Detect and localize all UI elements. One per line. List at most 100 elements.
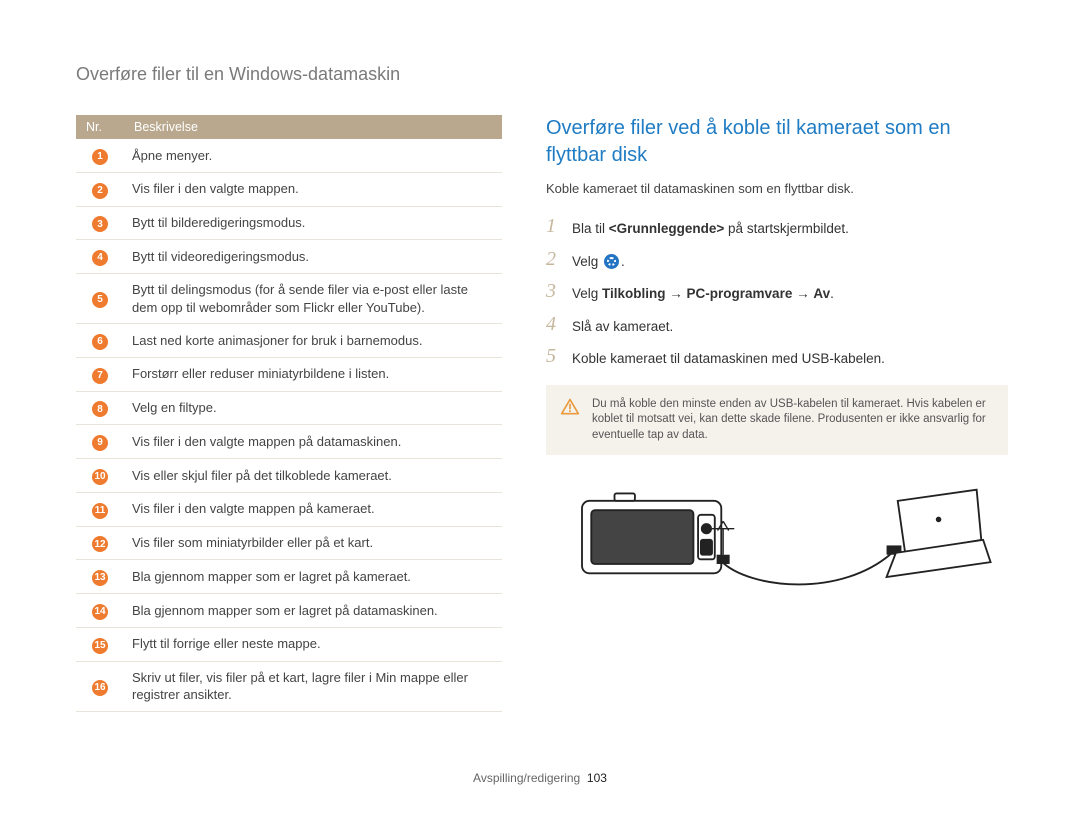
row-number-cell: 14 xyxy=(76,594,124,628)
row-number-cell: 15 xyxy=(76,627,124,661)
step-3: 3 Velg Tilkobling → PC-programvare → Av. xyxy=(546,281,1008,304)
number-badge-icon: 10 xyxy=(92,469,108,485)
row-description: Vis filer som miniatyrbilder eller på et… xyxy=(124,526,502,560)
number-badge-icon: 6 xyxy=(92,334,108,350)
step-1: 1 Bla til <Grunnleggende> på startskjerm… xyxy=(546,216,1008,239)
step-5: 5 Koble kameraet til datamaskinen med US… xyxy=(546,346,1008,369)
arrow-icon: → xyxy=(666,286,687,301)
row-number-cell: 9 xyxy=(76,425,124,459)
row-number-cell: 4 xyxy=(76,240,124,274)
row-description: Bytt til videoredigeringsmodus. xyxy=(124,240,502,274)
table-row: 9 Vis filer i den valgte mappen på datama… xyxy=(76,425,502,459)
number-badge-icon: 14 xyxy=(92,604,108,620)
row-description: Last ned korte animasjoner for bruk i ba… xyxy=(124,324,502,358)
step-number: 5 xyxy=(546,346,562,369)
table-row: 14 Bla gjennom mapper som er lagret på da… xyxy=(76,594,502,628)
row-number-cell: 8 xyxy=(76,391,124,425)
table-row: 12 Vis filer som miniatyrbilder eller på … xyxy=(76,526,502,560)
description-table: Nr. Beskrivelse 1 Åpne menyer. 2 Vis filer … xyxy=(76,115,502,712)
step-3-bold-1: Tilkobling xyxy=(602,286,666,301)
description-table-wrapper: Nr. Beskrivelse 1 Åpne menyer. 2 Vis filer … xyxy=(76,115,502,712)
caution-note: Du må koble den minste enden av USB-kabe… xyxy=(546,385,1008,456)
number-badge-icon: 5 xyxy=(92,292,108,308)
step-2: 2 Velg . xyxy=(546,249,1008,272)
footer-section: Avspilling/redigering xyxy=(473,771,580,785)
connection-illustration xyxy=(546,473,1008,603)
step-2-text-a: Velg xyxy=(572,254,602,269)
row-description: Vis filer i den valgte mappen på datamas… xyxy=(124,425,502,459)
row-description: Skriv ut filer, vis filer på et kart, la… xyxy=(124,661,502,711)
footer-page-number: 103 xyxy=(587,771,607,785)
table-row: 5 Bytt til delingsmodus (for å sende file… xyxy=(76,274,502,324)
number-badge-icon: 12 xyxy=(92,536,108,552)
number-badge-icon: 15 xyxy=(92,638,108,654)
step-1-text-a: Bla til xyxy=(572,221,609,236)
step-4: 4 Slå av kameraet. xyxy=(546,314,1008,337)
row-number-cell: 1 xyxy=(76,139,124,172)
row-number-cell: 6 xyxy=(76,324,124,358)
step-2-text-b: . xyxy=(621,254,625,269)
row-description: Flytt til forrige eller neste mappe. xyxy=(124,627,502,661)
table-row: 8 Velg en filtype. xyxy=(76,391,502,425)
table-row: 7 Forstørr eller reduser miniatyrbildene … xyxy=(76,357,502,391)
table-row: 6 Last ned korte animasjoner for bruk i b… xyxy=(76,324,502,358)
number-badge-icon: 3 xyxy=(92,216,108,232)
row-number-cell: 3 xyxy=(76,206,124,240)
page-footer: Avspilling/redigering 103 xyxy=(0,771,1080,785)
table-row: 15 Flytt til forrige eller neste mappe. xyxy=(76,627,502,661)
row-description: Bla gjennom mapper som er lagret på data… xyxy=(124,594,502,628)
row-number-cell: 11 xyxy=(76,492,124,526)
number-badge-icon: 1 xyxy=(92,149,108,165)
row-number-cell: 13 xyxy=(76,560,124,594)
table-row: 16 Skriv ut filer, vis filer på et kart, … xyxy=(76,661,502,711)
row-number-cell: 7 xyxy=(76,357,124,391)
number-badge-icon: 13 xyxy=(92,570,108,586)
row-number-cell: 5 xyxy=(76,274,124,324)
number-badge-icon: 2 xyxy=(92,183,108,199)
row-description: Forstørr eller reduser miniatyrbildene i… xyxy=(124,357,502,391)
table-row: 1 Åpne menyer. xyxy=(76,139,502,172)
arrow-icon: → xyxy=(792,286,813,301)
step-3-bold-2: PC-programvare xyxy=(687,286,793,301)
table-row: 13 Bla gjennom mapper som er lagret på ka… xyxy=(76,560,502,594)
row-description: Vis filer i den valgte mappen på kamerae… xyxy=(124,492,502,526)
step-number: 1 xyxy=(546,216,562,239)
step-4-text: Slå av kameraet. xyxy=(572,314,1008,337)
table-row: 2 Vis filer i den valgte mappen. xyxy=(76,172,502,206)
table-row: 11 Vis filer i den valgte mappen på kamer… xyxy=(76,492,502,526)
row-description: Vis eller skjul filer på det tilkoblede … xyxy=(124,459,502,493)
table-row: 10 Vis eller skjul filer på det tilkobled… xyxy=(76,459,502,493)
settings-icon xyxy=(604,254,619,269)
step-1-bold: <Grunnleggende> xyxy=(609,221,725,236)
step-5-text: Koble kameraet til datamaskinen med USB-… xyxy=(572,346,1008,369)
number-badge-icon: 16 xyxy=(92,680,108,696)
row-number-cell: 12 xyxy=(76,526,124,560)
row-description: Velg en filtype. xyxy=(124,391,502,425)
intro-text: Koble kameraet til datamaskinen som en f… xyxy=(546,181,1008,196)
number-badge-icon: 11 xyxy=(92,503,108,519)
number-badge-icon: 4 xyxy=(92,250,108,266)
number-badge-icon: 9 xyxy=(92,435,108,451)
table-header-desc: Beskrivelse xyxy=(124,115,502,139)
caution-text: Du må koble den minste enden av USB-kabe… xyxy=(592,397,994,444)
number-badge-icon: 8 xyxy=(92,401,108,417)
row-description: Bytt til delingsmodus (for å sende filer… xyxy=(124,274,502,324)
row-description: Åpne menyer. xyxy=(124,139,502,172)
row-description: Bytt til bilderedigeringsmodus. xyxy=(124,206,502,240)
table-row: 3 Bytt til bilderedigeringsmodus. xyxy=(76,206,502,240)
row-description: Vis filer i den valgte mappen. xyxy=(124,172,502,206)
row-number-cell: 10 xyxy=(76,459,124,493)
row-number-cell: 16 xyxy=(76,661,124,711)
page-title: Overføre filer til en Windows-datamaskin xyxy=(76,64,1008,85)
row-number-cell: 2 xyxy=(76,172,124,206)
row-description: Bla gjennom mapper som er lagret på kame… xyxy=(124,560,502,594)
step-1-text-c: på startskjermbildet. xyxy=(724,221,849,236)
step-list: 1 Bla til <Grunnleggende> på startskjerm… xyxy=(546,216,1008,369)
step-number: 3 xyxy=(546,281,562,304)
step-3-bold-3: Av xyxy=(813,286,830,301)
table-header-nr: Nr. xyxy=(76,115,124,139)
step-number: 2 xyxy=(546,249,562,272)
step-number: 4 xyxy=(546,314,562,337)
number-badge-icon: 7 xyxy=(92,368,108,384)
caution-icon xyxy=(560,397,580,417)
